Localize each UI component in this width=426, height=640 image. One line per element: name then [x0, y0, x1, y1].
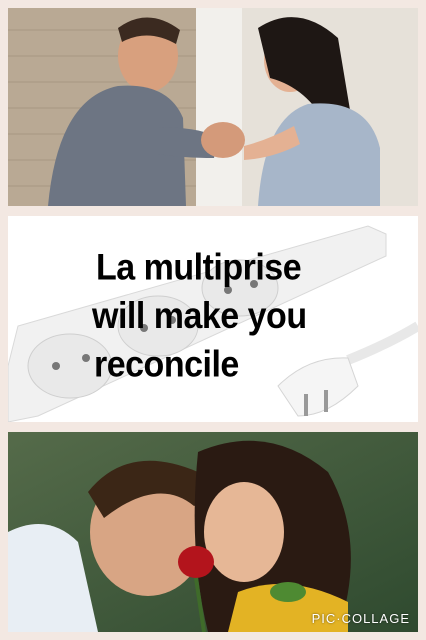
- caption-line-3: reconcile: [94, 343, 239, 386]
- caption-line-2: will make you: [92, 295, 307, 337]
- caption-line-1: La multiprise: [96, 246, 302, 289]
- meme-caption: La multiprise will make you reconcile: [8, 243, 418, 388]
- couple-reconciled-rose-photo: PIC·COLLAGE: [8, 432, 418, 632]
- couple-arguing-photo: [8, 8, 418, 206]
- couple-rose-image: [8, 432, 418, 632]
- couple-arguing-image: [8, 8, 418, 206]
- pic-collage-watermark: PIC·COLLAGE: [311, 611, 410, 626]
- power-strip-photo: La multiprise will make you reconcile: [8, 216, 418, 422]
